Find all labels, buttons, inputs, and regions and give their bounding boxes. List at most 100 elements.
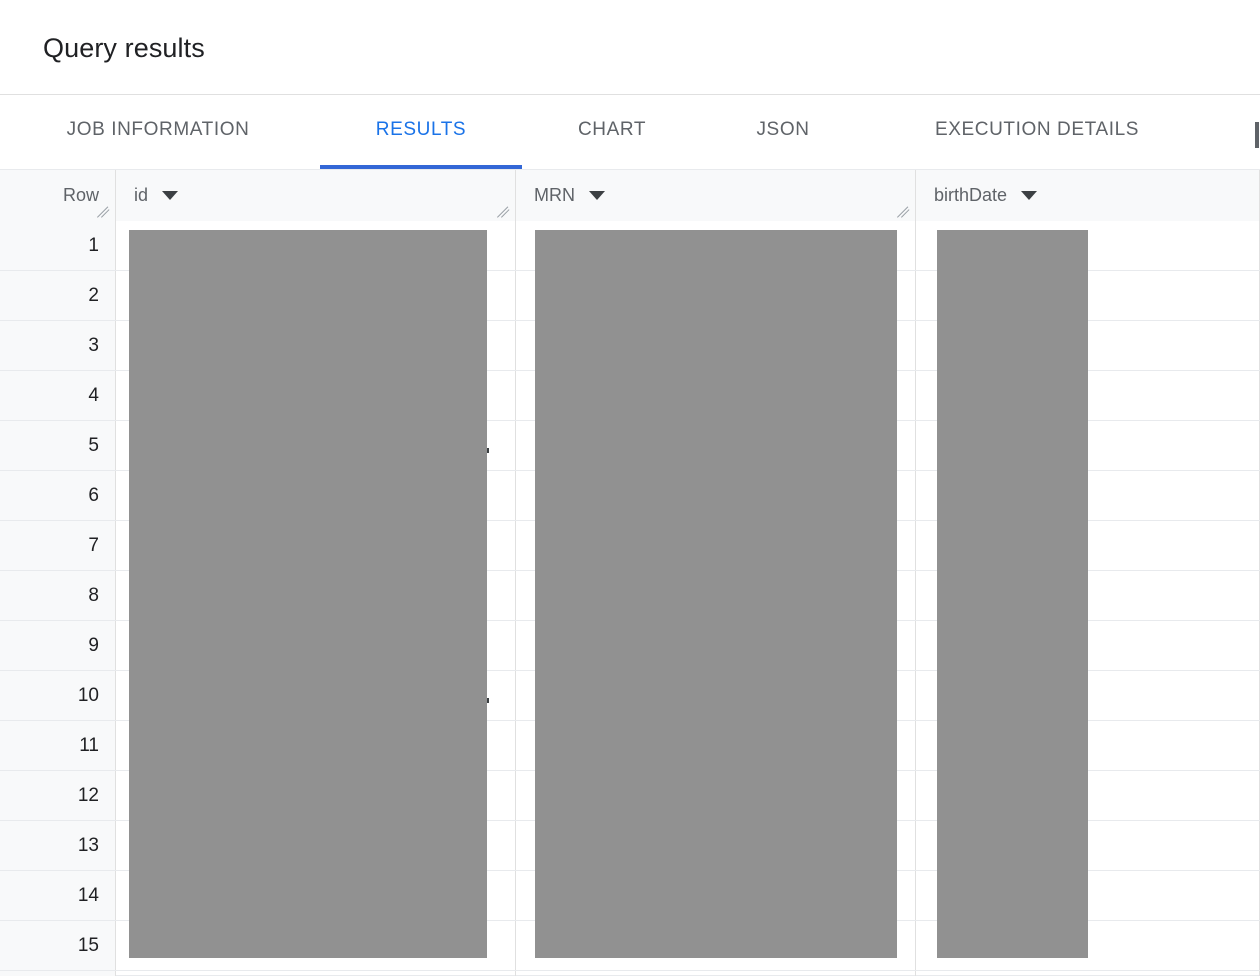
- results-grid: Row id MRN birthDate 1 2 3 4 5 6 7 8 9 10 11 12 13 14 15: [0, 169, 1260, 976]
- grid-header-row: Row id MRN birthDate: [0, 169, 1260, 221]
- cell-mrn[interactable]: [516, 771, 916, 820]
- cell-birthdate[interactable]: [916, 921, 1260, 970]
- cell-mrn[interactable]: [516, 571, 916, 620]
- table-row[interactable]: 10: [0, 671, 1260, 721]
- grid-body: 1 2 3 4 5 6 7 8 9 10 11 12 13 14 15: [0, 221, 1260, 976]
- tab-results[interactable]: RESULTS: [320, 96, 522, 169]
- cell-id[interactable]: [116, 571, 516, 620]
- table-row[interactable]: 2: [0, 271, 1260, 321]
- cell-id[interactable]: [116, 321, 516, 370]
- column-header-label: id: [134, 185, 149, 205]
- cell-mrn[interactable]: [516, 271, 916, 320]
- table-row[interactable]: 12: [0, 771, 1260, 821]
- row-number: 8: [0, 571, 116, 620]
- row-number: 6: [0, 471, 116, 520]
- cell-id[interactable]: [116, 521, 516, 570]
- cell-mrn[interactable]: [516, 721, 916, 770]
- column-header-label: birthDate: [934, 185, 1008, 205]
- cell-birthdate[interactable]: [916, 821, 1260, 870]
- table-row[interactable]: 15: [0, 921, 1260, 971]
- cell-birthdate[interactable]: [916, 771, 1260, 820]
- cell-id[interactable]: [116, 671, 516, 720]
- cell-birthdate[interactable]: [916, 421, 1260, 470]
- table-row[interactable]: 14: [0, 871, 1260, 921]
- cell-mrn[interactable]: [516, 221, 916, 270]
- row-number: 3: [0, 321, 116, 370]
- table-row-partial[interactable]: [0, 971, 1260, 976]
- cell-mrn[interactable]: [516, 471, 916, 520]
- row-number: 7: [0, 521, 116, 570]
- row-number: 1: [0, 221, 116, 270]
- table-row[interactable]: 3: [0, 321, 1260, 371]
- column-resize-handle[interactable]: [96, 202, 112, 218]
- tab-json[interactable]: JSON: [735, 96, 831, 169]
- cell-mrn[interactable]: [516, 521, 916, 570]
- table-row[interactable]: 5: [0, 421, 1260, 471]
- cell-birthdate[interactable]: [916, 371, 1260, 420]
- cell-id[interactable]: [116, 821, 516, 870]
- cell-birthdate[interactable]: [916, 871, 1260, 920]
- cell-id[interactable]: [116, 971, 516, 976]
- cell-birthdate[interactable]: [916, 721, 1260, 770]
- truncation-dot-row10: [485, 698, 489, 703]
- chevron-down-icon[interactable]: [1021, 191, 1038, 200]
- tab-next-cutoff-indicator[interactable]: [1255, 122, 1259, 148]
- cell-birthdate[interactable]: [916, 271, 1260, 320]
- table-row[interactable]: 13: [0, 821, 1260, 871]
- cell-mrn[interactable]: [516, 971, 916, 976]
- cell-id[interactable]: [116, 721, 516, 770]
- cell-id[interactable]: [116, 221, 516, 270]
- column-header-id[interactable]: id: [116, 170, 516, 221]
- column-header-mrn[interactable]: MRN: [516, 170, 916, 221]
- table-row[interactable]: 7: [0, 521, 1260, 571]
- row-number: 15: [0, 921, 116, 970]
- table-row[interactable]: 1: [0, 221, 1260, 271]
- row-number: 11: [0, 721, 116, 770]
- row-number: 12: [0, 771, 116, 820]
- cell-mrn[interactable]: [516, 421, 916, 470]
- cell-mrn[interactable]: [516, 371, 916, 420]
- cell-mrn[interactable]: [516, 621, 916, 670]
- table-row[interactable]: 6: [0, 471, 1260, 521]
- cell-mrn[interactable]: [516, 821, 916, 870]
- tab-label: RESULTS: [375, 118, 467, 140]
- cell-id[interactable]: [116, 921, 516, 970]
- cell-birthdate[interactable]: [916, 471, 1260, 520]
- cell-id[interactable]: [116, 771, 516, 820]
- table-row[interactable]: 9: [0, 621, 1260, 671]
- chevron-down-icon[interactable]: [162, 191, 179, 200]
- cell-id[interactable]: [116, 421, 516, 470]
- cell-id[interactable]: [116, 371, 516, 420]
- tab-chart[interactable]: CHART: [553, 96, 671, 169]
- cell-birthdate[interactable]: [916, 321, 1260, 370]
- cell-birthdate[interactable]: [916, 671, 1260, 720]
- cell-mrn[interactable]: [516, 921, 916, 970]
- title-bar: Query results: [0, 0, 1260, 95]
- cell-birthdate[interactable]: [916, 521, 1260, 570]
- column-resize-handle[interactable]: [496, 202, 512, 218]
- row-number: 4: [0, 371, 116, 420]
- cell-mrn[interactable]: [516, 671, 916, 720]
- column-header-birthdate[interactable]: birthDate: [916, 170, 1260, 221]
- table-row[interactable]: 4: [0, 371, 1260, 421]
- page-title: Query results: [43, 33, 205, 63]
- column-header-label: MRN: [534, 185, 575, 205]
- cell-mrn[interactable]: [516, 321, 916, 370]
- row-number: 13: [0, 821, 116, 870]
- table-row[interactable]: 8: [0, 571, 1260, 621]
- cell-id[interactable]: [116, 621, 516, 670]
- cell-birthdate[interactable]: [916, 571, 1260, 620]
- tab-job-information[interactable]: JOB INFORMATION: [42, 96, 274, 169]
- cell-birthdate[interactable]: [916, 221, 1260, 270]
- cell-id[interactable]: [116, 471, 516, 520]
- cell-birthdate[interactable]: [916, 971, 1260, 976]
- cell-id[interactable]: [116, 271, 516, 320]
- query-results-panel: Query results EXECUTION DETAILS JSON CHART…: [0, 0, 1260, 976]
- column-resize-handle[interactable]: [896, 202, 912, 218]
- cell-birthdate[interactable]: [916, 621, 1260, 670]
- tab-execution-details[interactable]: EXECUTION DETAILS: [896, 96, 1178, 169]
- cell-id[interactable]: [116, 871, 516, 920]
- cell-mrn[interactable]: [516, 871, 916, 920]
- chevron-down-icon[interactable]: [589, 191, 605, 200]
- table-row[interactable]: 11: [0, 721, 1260, 771]
